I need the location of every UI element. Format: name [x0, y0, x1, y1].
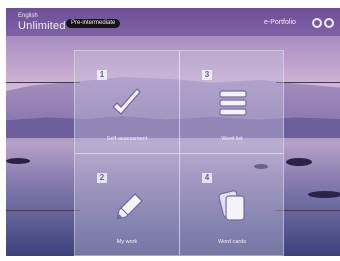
menu-tile-word-cards[interactable]: 4 Word cards	[180, 154, 284, 256]
tile-number: 2	[97, 173, 107, 183]
help-icon[interactable]	[312, 18, 322, 28]
brand-small-text: English	[18, 13, 38, 19]
tile-label: Word list	[221, 136, 243, 142]
top-bar: English Unlimited Pre-intermediate e-Por…	[6, 8, 340, 36]
cards-icon	[218, 190, 245, 221]
pencil-icon	[116, 193, 143, 220]
pointer-line	[6, 210, 80, 211]
menu-tile-word-list[interactable]: 3 Word list	[180, 51, 284, 153]
main-menu-panel: 1 Self-assessment 3 Word list 2 My work	[74, 50, 284, 256]
options-icon[interactable]	[324, 18, 334, 28]
background-rock	[286, 158, 312, 166]
menu-tile-self-assessment[interactable]: 1 Self-assessment	[75, 51, 179, 153]
pointer-line	[276, 210, 340, 211]
menu-tile-my-work[interactable]: 2 My work	[75, 154, 179, 256]
background-rock	[6, 158, 30, 164]
tile-label: Self-assessment	[106, 136, 148, 142]
checkmark-icon	[112, 88, 141, 115]
tile-number: 1	[97, 70, 107, 80]
brand-logo: English Unlimited	[18, 13, 66, 32]
tile-label: My work	[116, 239, 138, 245]
background-rock	[308, 191, 340, 198]
tile-number: 4	[202, 173, 212, 183]
app-window: English Unlimited Pre-intermediate e-Por…	[6, 8, 340, 256]
brand-name: Unlimited	[18, 20, 66, 32]
level-badge: Pre-intermediate	[66, 19, 121, 28]
tile-number: 3	[202, 70, 212, 80]
pointer-line	[6, 82, 80, 83]
stacked-list-icon	[219, 90, 247, 116]
pointer-line	[276, 82, 340, 83]
tile-label: Word cards	[217, 239, 247, 245]
eportfolio-link[interactable]: e-Portfolio	[264, 19, 296, 26]
